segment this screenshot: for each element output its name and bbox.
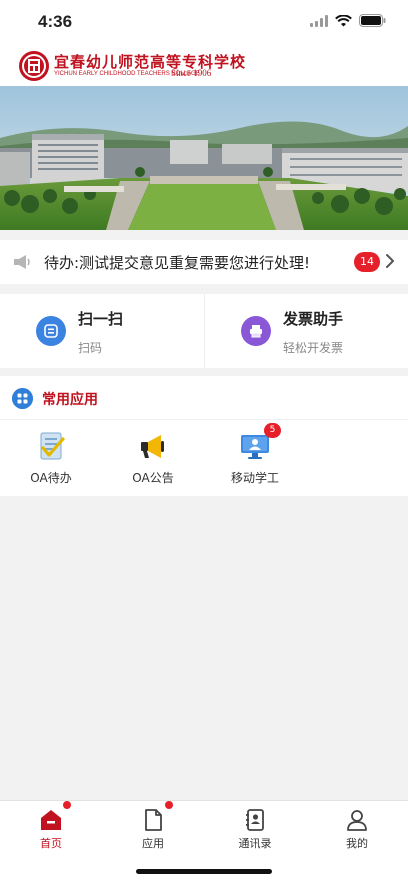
grid-icon xyxy=(12,388,33,409)
app-oa-announcement[interactable]: OA公告 xyxy=(102,420,204,496)
common-apps-header: 常用应用 xyxy=(0,376,408,420)
common-apps-grid: OA待办 OA公告 5 移动学工 xyxy=(0,420,408,496)
scan-icon xyxy=(36,316,66,346)
invoice-title: 发票助手 xyxy=(283,310,344,328)
app-oa-todo[interactable]: OA待办 xyxy=(0,420,102,496)
signal-icon xyxy=(310,14,328,27)
document-icon xyxy=(145,809,162,831)
tab-contacts-label: 通讯录 xyxy=(238,837,272,850)
app-badge: 5 xyxy=(264,423,281,438)
campus-banner[interactable] xyxy=(0,86,408,230)
tab-apps-label: 应用 xyxy=(142,837,164,850)
status-indicators xyxy=(310,14,386,27)
status-time: 4:36 xyxy=(38,12,73,31)
status-bar: 4:36 xyxy=(0,0,408,44)
school-since: Since 1906 xyxy=(171,68,212,78)
tab-profile-label: 我的 xyxy=(346,837,368,850)
scan-action[interactable]: 扫一扫 扫码 xyxy=(0,294,204,368)
campus-image xyxy=(0,86,408,230)
printer-icon xyxy=(241,316,271,346)
notification-dot xyxy=(63,801,71,809)
app-mobile-student-affairs[interactable]: 5 移动学工 xyxy=(204,420,306,496)
home-indicator xyxy=(136,869,272,874)
checklist-icon xyxy=(40,432,65,460)
invoice-assistant-action[interactable]: 发票助手 轻松开发票 xyxy=(204,294,408,368)
common-apps-title: 常用应用 xyxy=(42,392,98,408)
megaphone-icon xyxy=(141,435,164,458)
app-oa-todo-label: OA待办 xyxy=(30,471,72,485)
tab-apps[interactable]: 应用 xyxy=(102,801,204,861)
app-oa-announcement-label: OA公告 xyxy=(132,471,174,485)
battery-icon xyxy=(359,14,386,27)
scan-title: 扫一扫 xyxy=(78,310,124,328)
invoice-subtitle: 轻松开发票 xyxy=(283,341,344,355)
quick-actions: 扫一扫 扫码 发票助手 轻松开发票 xyxy=(0,294,408,368)
contacts-icon xyxy=(246,809,264,831)
tab-home-label: 首页 xyxy=(40,837,62,850)
todo-count-badge: 14 xyxy=(354,252,380,272)
megaphone-icon xyxy=(14,255,30,269)
chevron-right-icon xyxy=(386,254,394,268)
scan-subtitle: 扫码 xyxy=(78,341,103,355)
wifi-icon xyxy=(335,14,352,26)
tab-profile[interactable]: 我的 xyxy=(306,801,408,861)
tab-home[interactable]: 首页 xyxy=(0,801,102,861)
school-name-cn: 宜春幼儿师范高等专科学校 xyxy=(54,53,247,71)
user-icon xyxy=(347,810,367,831)
school-header: 宜春幼儿师范高等专科学校 YICHUN EARLY CHILDHOOD TEAC… xyxy=(0,44,408,86)
notification-dot xyxy=(165,801,173,809)
home-icon xyxy=(41,810,61,830)
tab-contacts[interactable]: 通讯录 xyxy=(204,801,306,861)
todo-notice-text: 待办:测试提交意见重复需要您进行处理! xyxy=(44,254,311,272)
app-mobile-student-affairs-label: 移动学工 xyxy=(230,471,279,485)
todo-notice[interactable]: 待办:测试提交意见重复需要您进行处理! 14 xyxy=(0,240,408,284)
school-emblem-icon xyxy=(19,51,49,81)
